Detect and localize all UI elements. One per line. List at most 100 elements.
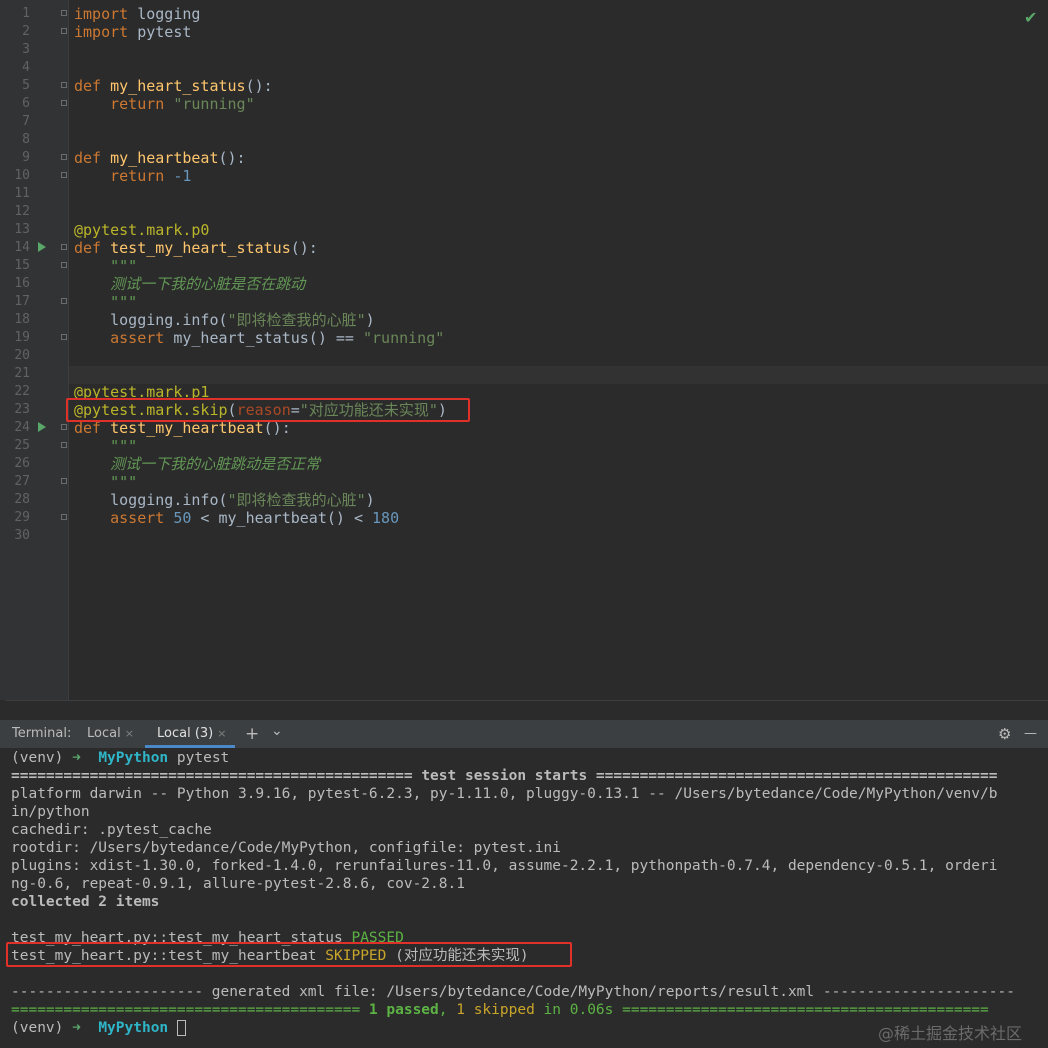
terminal-label: Terminal: <box>12 726 72 741</box>
fold-marker-icon[interactable] <box>61 478 67 484</box>
line-number: 12 <box>14 204 30 219</box>
gear-icon[interactable]: ⚙ <box>998 720 1011 748</box>
code-line-9[interactable]: def my_heartbeat(): <box>74 149 246 167</box>
prompt-arrow-icon: ➜ <box>72 1020 81 1036</box>
line-number: 19 <box>14 330 30 345</box>
code-line-10[interactable]: return -1 <box>74 167 191 185</box>
code-line-13[interactable]: @pytest.mark.p0 <box>74 221 209 239</box>
rootdir-line: rootdir: /Users/bytedance/Code/MyPython,… <box>11 840 561 856</box>
fold-marker-icon[interactable] <box>61 514 67 520</box>
tab-local[interactable]: Local × <box>87 720 134 748</box>
code-line-28[interactable]: logging.info("即将检查我的心脏") <box>74 491 375 509</box>
panel-separator <box>6 700 1048 701</box>
close-icon[interactable]: × <box>217 727 226 740</box>
line-number: 24 <box>14 420 30 435</box>
line-number: 1 <box>22 6 30 21</box>
collected-line: collected 2 items <box>11 894 160 910</box>
code-line-6[interactable]: return "running" <box>74 95 255 113</box>
line-number: 16 <box>14 276 30 291</box>
line-number: 2 <box>22 24 30 39</box>
fold-marker-icon[interactable] <box>61 424 67 430</box>
chevron-down-icon[interactable]: ⌄ <box>271 717 283 745</box>
terminal-prompt-line: (venv) ➜ MyPython pytest <box>11 750 230 766</box>
line-number: 11 <box>14 186 30 201</box>
code-line-16[interactable]: 测试一下我的心脏是否在跳动 <box>74 275 305 293</box>
line-number: 7 <box>22 114 30 129</box>
fold-marker-icon[interactable] <box>61 100 67 106</box>
terminal-toolbar: Terminal: Local × Local (3) × + ⌄ ⚙ — <box>0 720 1048 748</box>
current-line-highlight <box>69 366 1048 384</box>
line-number: 3 <box>22 42 30 57</box>
skipped-result-highlight <box>6 942 572 967</box>
plugins-line: plugins: xdist-1.30.0, forked-1.4.0, rer… <box>11 858 998 874</box>
session-start-line: ========================================… <box>11 768 998 784</box>
line-number: 18 <box>14 312 30 327</box>
xml-report-line: ---------------------- generated xml fil… <box>11 984 1015 1000</box>
line-number: 29 <box>14 510 30 525</box>
line-number: 13 <box>14 222 30 237</box>
fold-marker-icon[interactable] <box>61 298 67 304</box>
close-icon[interactable]: × <box>125 727 134 740</box>
code-line-5[interactable]: def my_heart_status(): <box>74 77 273 95</box>
platform-line-cont: in/python <box>11 804 90 820</box>
fold-marker-icon[interactable] <box>61 262 67 268</box>
terminal-cursor <box>176 1020 186 1036</box>
line-number: 21 <box>14 366 30 381</box>
skipped-count: 1 skipped <box>456 1002 535 1018</box>
skip-decorator-highlight <box>66 398 470 422</box>
summary-line: ========================================… <box>11 1002 989 1018</box>
code-line-27[interactable]: """ <box>74 473 137 491</box>
line-number: 8 <box>22 132 30 147</box>
terminal-output[interactable]: (venv) ➜ MyPython pytest ===============… <box>0 748 1048 1048</box>
line-number: 4 <box>22 60 30 75</box>
line-number: 15 <box>14 258 30 273</box>
fold-marker-icon[interactable] <box>61 244 67 250</box>
code-line-19[interactable]: assert my_heart_status() == "running" <box>74 329 444 347</box>
line-number: 28 <box>14 492 30 507</box>
tab-local-3[interactable]: Local (3) × <box>157 720 226 748</box>
code-line-26[interactable]: 测试一下我的心脏跳动是否正常 <box>74 455 320 473</box>
cachedir-line: cachedir: .pytest_cache <box>11 822 212 838</box>
line-number: 22 <box>14 384 30 399</box>
line-number: 27 <box>14 474 30 489</box>
run-test-icon[interactable] <box>38 242 46 252</box>
watermark: @稀土掘金技术社区 <box>878 1024 1023 1043</box>
code-editor[interactable]: 1 2 3 4 5 6 7 8 9 10 11 12 13 14 15 16 17 18 19 20 21 22 23 24 2… <box>0 0 1048 700</box>
code-line-25[interactable]: """ <box>74 437 137 455</box>
fold-marker-icon[interactable] <box>61 172 67 178</box>
prompt-arrow-icon: ➜ <box>72 750 81 766</box>
line-number: 17 <box>14 294 30 309</box>
fold-marker-icon[interactable] <box>61 154 67 160</box>
plugins-line-cont: ng-0.6, repeat-0.9.1, allure-pytest-2.8.… <box>11 876 465 892</box>
passed-count: 1 passed <box>368 1002 439 1018</box>
fold-marker-icon[interactable] <box>61 334 67 340</box>
platform-line: platform darwin -- Python 3.9.16, pytest… <box>11 786 998 802</box>
minimize-icon[interactable]: — <box>1024 720 1037 748</box>
terminal-prompt-line[interactable]: (venv) ➜ MyPython <box>11 1019 186 1037</box>
run-test-icon[interactable] <box>38 422 46 432</box>
line-number: 25 <box>14 438 30 453</box>
code-line-1[interactable]: import logging <box>74 5 200 23</box>
fold-marker-icon[interactable] <box>61 10 67 16</box>
panel-divider[interactable] <box>0 700 1048 720</box>
line-number: 30 <box>14 528 30 543</box>
line-number: 9 <box>22 150 30 165</box>
code-line-18[interactable]: logging.info("即将检查我的心脏") <box>74 311 375 329</box>
fold-marker-icon[interactable] <box>61 28 67 34</box>
code-line-2[interactable]: import pytest <box>74 23 191 41</box>
code-line-29[interactable]: assert 50 < my_heartbeat() < 180 <box>74 509 399 527</box>
check-icon[interactable]: ✔ <box>1024 8 1037 27</box>
line-number: 23 <box>14 402 30 417</box>
tab-local-label: Local <box>87 726 121 741</box>
line-number: 6 <box>22 96 30 111</box>
fold-marker-icon[interactable] <box>61 82 67 88</box>
code-line-14[interactable]: def test_my_heart_status(): <box>74 239 318 257</box>
code-line-15[interactable]: """ <box>74 257 137 275</box>
add-icon[interactable]: + <box>245 720 259 748</box>
tab-local-3-label: Local (3) <box>157 726 214 741</box>
line-number: 14 <box>14 240 30 255</box>
fold-marker-icon[interactable] <box>61 442 67 448</box>
line-number: 5 <box>22 78 30 93</box>
line-number: 26 <box>14 456 30 471</box>
code-line-17[interactable]: """ <box>74 293 137 311</box>
